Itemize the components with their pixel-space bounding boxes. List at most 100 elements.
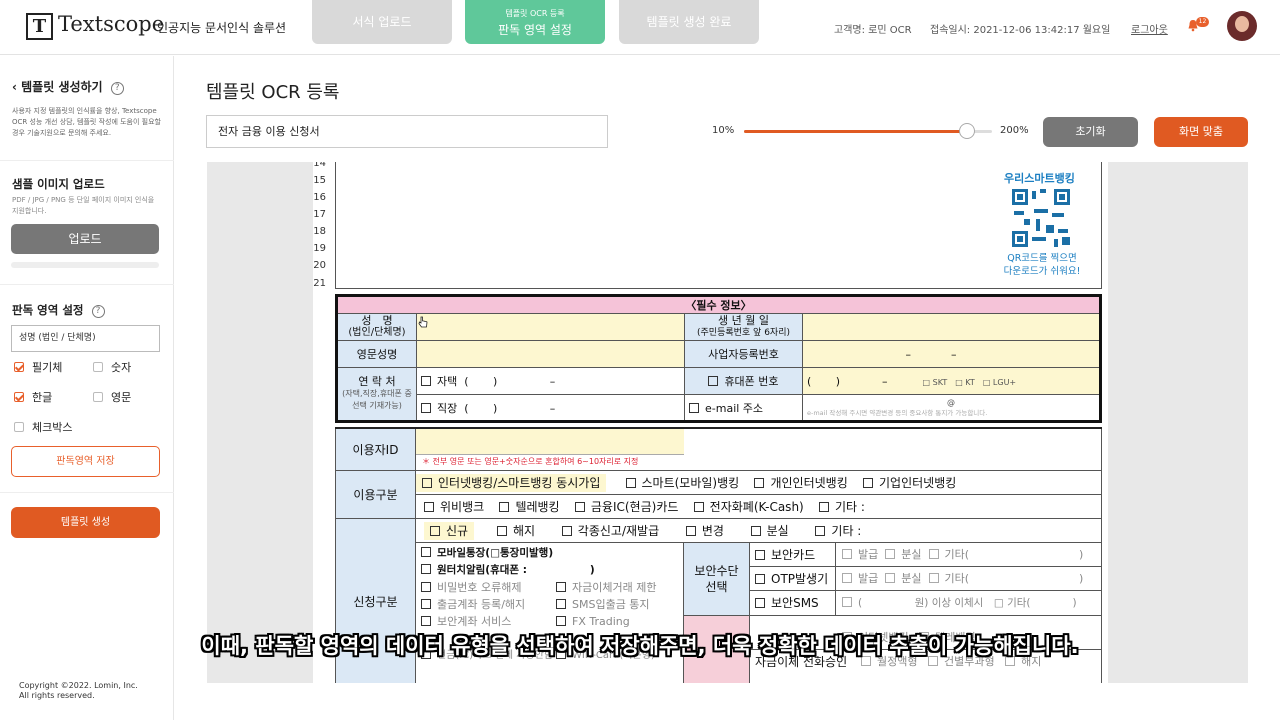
biz-no-field[interactable]: ––: [802, 340, 1101, 368]
checkbox-empty-icon: [93, 392, 103, 402]
divider: [0, 284, 174, 285]
usage-option[interactable]: 기타 :: [835, 500, 865, 514]
help-icon[interactable]: ?: [91, 305, 105, 318]
field-sublabel: (법인/단체명): [348, 327, 406, 338]
zoom-min-label: 10%: [712, 125, 735, 136]
fit-screen-button[interactable]: 화면 맞춤: [1154, 117, 1248, 147]
document-viewer[interactable]: 14 15 16 17 18 19 20 21 우리스마트뱅킹 QR코드를 찍으…: [207, 162, 1248, 683]
option-label: SMS입출금 통지: [572, 597, 650, 611]
checkbox-empty-icon: [93, 362, 103, 372]
usage-option[interactable]: 스마트(모바일)뱅킹: [642, 476, 740, 490]
line-number: 15: [313, 175, 326, 186]
checkbox-empty-icon: [14, 422, 24, 432]
service-option[interactable]: 비밀번호 오류해제: [421, 579, 556, 596]
required-info-table: 〈필수 정보〉 성 명 (법인/단체명) 생 년 월 일 (주민등록번호 앞 6자리…: [335, 294, 1102, 423]
service-option[interactable]: FX Trading: [556, 613, 630, 630]
option-label[interactable]: 분실: [901, 548, 921, 561]
help-icon[interactable]: ?: [110, 82, 124, 95]
field-sublabel: (주민등록번호 앞 6자리): [697, 328, 790, 338]
upload-button[interactable]: 업로드: [11, 224, 159, 254]
name-field[interactable]: [416, 313, 685, 341]
step-complete[interactable]: 템플릿 생성 완료: [619, 0, 759, 44]
line-number: 20: [313, 260, 326, 271]
usage-option[interactable]: 기업인터넷뱅킹: [879, 476, 956, 490]
usage-option[interactable]: 인터넷뱅킹/스마트뱅킹 동시가입: [416, 473, 607, 492]
service-option[interactable]: 원터치알림(휴대폰 : ): [421, 562, 678, 579]
apply-option[interactable]: 해지: [513, 524, 535, 538]
user-id-label: 이용자ID: [335, 427, 416, 471]
zoom-slider[interactable]: [744, 123, 992, 139]
avatar[interactable]: [1227, 11, 1257, 41]
email-field[interactable]: @ e-mail 작성해 주시면 약관변경 등의 중요사항 통지가 가능합니다.: [802, 394, 1101, 422]
zoom-slider-thumb[interactable]: [959, 123, 976, 139]
option-label[interactable]: 기타( ): [945, 572, 1084, 585]
checkbox-label: 한글: [32, 391, 53, 404]
security-item[interactable]: 보안카드: [750, 542, 836, 566]
checkbox-icon: [499, 501, 510, 512]
section-title: 〈필수 정보〉: [336, 295, 1101, 314]
option-label: OTP발생기: [771, 571, 829, 586]
option-label[interactable]: 발급: [858, 572, 878, 585]
apply-option[interactable]: 각종신고/재발급: [578, 524, 659, 538]
document-name-input[interactable]: 전자 금융 이용 신청서: [206, 115, 608, 148]
field-label: 생 년 월 일: [718, 314, 769, 327]
step-area-setting[interactable]: 템플릿 OCR 등록 판독 영역 설정: [465, 0, 605, 44]
save-area-button[interactable]: 판독영역 저장: [11, 446, 160, 477]
checkbox-icon: [625, 477, 636, 488]
work-phone-field[interactable]: 직장 ( ) –: [416, 394, 685, 422]
service-option[interactable]: SMS입출금 통지: [556, 596, 650, 613]
field-label: 성 명: [361, 314, 393, 327]
eng-name-field[interactable]: [416, 340, 685, 368]
reset-button[interactable]: 초기화: [1043, 117, 1138, 147]
usage-row-1: 인터넷뱅킹/스마트뱅킹 동시가입 스마트(모바일)뱅킹 개인인터넷뱅킹 기업인터…: [415, 469, 1102, 495]
checkbox-korean[interactable]: 한글: [14, 389, 52, 405]
service-option[interactable]: 자금이체거래 제한: [556, 579, 656, 596]
usage-option[interactable]: 전자화폐(K-Cash): [710, 500, 804, 514]
option-label[interactable]: 기타( ): [945, 548, 1084, 561]
apply-option[interactable]: 변경: [702, 524, 724, 538]
checkbox-number[interactable]: 숫자: [93, 359, 131, 375]
usage-label: 이용구분: [335, 469, 416, 519]
line-number: 17: [313, 209, 326, 220]
create-template-button[interactable]: 템플릿 생성: [11, 507, 160, 538]
checkbox-handwriting[interactable]: 필기체: [14, 359, 62, 375]
checkbox-english[interactable]: 영문: [93, 389, 131, 405]
birth-field[interactable]: [802, 313, 1101, 341]
user-id-note: ＊ 전부 영문 또는 영문+숫자순으로 혼합하여 6~10자리로 지정: [422, 457, 639, 467]
dash: –: [549, 401, 556, 415]
back-to-template-create[interactable]: ‹ 템플릿 생성하기 ?: [12, 78, 124, 95]
security-item[interactable]: 보안SMS: [750, 590, 836, 615]
step-upload[interactable]: 서식 업로드: [312, 0, 452, 44]
option-label[interactable]: 발급: [858, 548, 878, 561]
checkbox-icon: [819, 501, 829, 512]
checkbox-icon: [928, 548, 939, 559]
logout-link[interactable]: 로그아웃: [1131, 21, 1168, 36]
option-label[interactable]: 분실: [901, 572, 921, 585]
user-id-field[interactable]: ＊ 전부 영문 또는 영문+숫자순으로 혼합하여 6~10자리로 지정: [415, 427, 1102, 471]
service-option-row: 출금계좌 등록/해지 SMS입출금 통지: [421, 596, 678, 613]
service-option[interactable]: 출금계좌 등록/해지: [421, 596, 556, 613]
line-number: 16: [313, 192, 326, 203]
checkbox-checkbox-type[interactable]: 체크박스: [14, 419, 72, 435]
usage-option[interactable]: 텔레뱅킹: [515, 500, 559, 514]
option-label[interactable]: ( 원) 이상 이체시 □ 기타( ): [858, 597, 1077, 609]
usage-option[interactable]: 위비뱅크: [440, 500, 484, 514]
apply-option[interactable]: 분실: [767, 524, 789, 538]
usage-option[interactable]: 개인인터넷뱅킹: [770, 476, 847, 490]
service-option[interactable]: 모바일통장(□통장미발행): [421, 545, 678, 562]
apply-option[interactable]: 신규: [424, 521, 475, 540]
area-select[interactable]: 성명 (법인 / 단체명): [11, 325, 160, 352]
copyright-line: All rights reserved.: [19, 691, 95, 700]
apply-option[interactable]: 기타 :: [831, 524, 861, 538]
checkbox-icon: [685, 525, 696, 536]
line-number: 19: [313, 243, 326, 254]
checkbox-icon: [708, 376, 719, 386]
usage-option[interactable]: 금융IC(현금)카드: [591, 500, 679, 514]
home-phone-field[interactable]: 자택 ( ) –: [416, 367, 685, 395]
security-item[interactable]: OTP발생기: [750, 566, 836, 590]
service-option[interactable]: 보안계좌 서비스: [421, 613, 556, 630]
textscope-logo-icon: T: [26, 13, 53, 40]
mobile-field[interactable]: ( ) – □ SKT □ KT □ LGU+: [802, 367, 1101, 395]
checkbox-checked-icon: [14, 392, 24, 402]
chevron-left-icon: ‹: [12, 80, 17, 94]
